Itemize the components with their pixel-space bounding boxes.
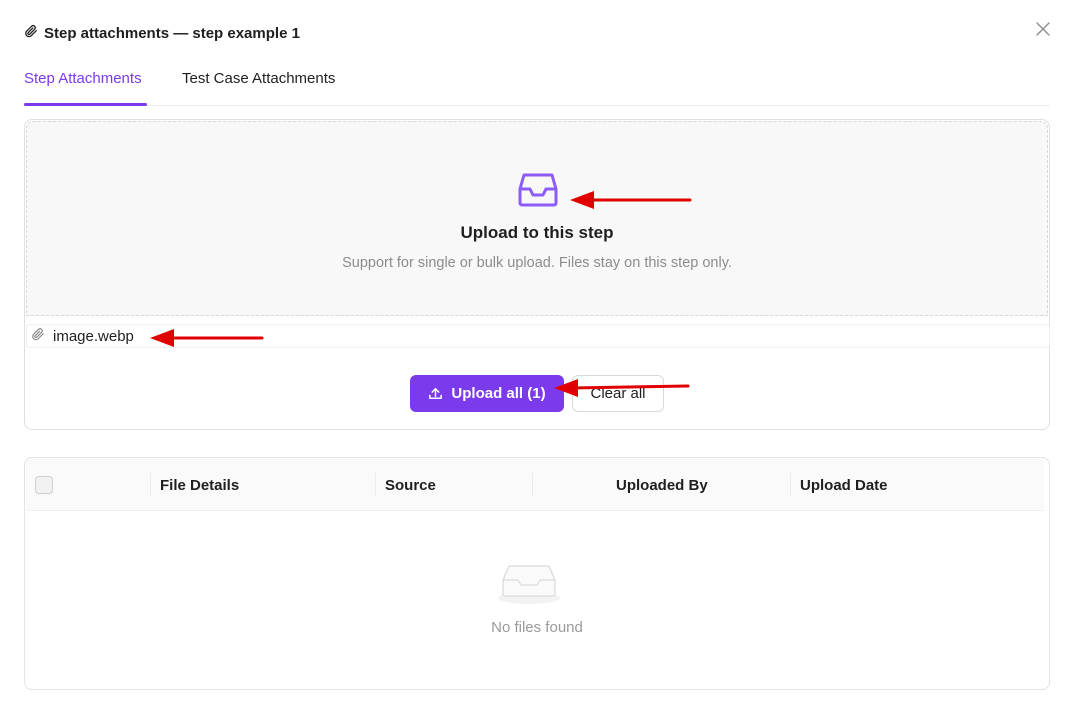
upload-all-label: Upload all (1) [451,385,546,402]
dropzone-title: Upload to this step [460,223,614,242]
column-divider [150,473,151,497]
empty-inbox-icon [498,565,560,604]
column-header-file-details[interactable]: File Details [160,459,239,511]
clear-all-button[interactable]: Clear all [572,375,664,412]
close-button[interactable] [1032,18,1054,40]
column-divider [375,473,376,497]
close-icon[interactable] [1035,21,1051,37]
attachments-table: File Details Source Uploaded By Upload D… [24,457,1050,690]
table-header: File Details Source Uploaded By Upload D… [26,459,1044,511]
column-header-source[interactable]: Source [385,459,436,511]
upload-all-button[interactable]: Upload all (1) [410,375,564,412]
paperclip-icon [24,24,38,43]
dropzone-subtitle: Support for single or bulk upload. Files… [342,255,732,271]
column-header-upload-date[interactable]: Upload Date [800,459,888,511]
tab-bar: Step Attachments Test Case Attachments [24,60,1050,106]
tab-label: Test Case Attachments [182,70,336,87]
upload-icon [429,388,443,399]
dialog-title: Step attachments — step example 1 [44,24,300,42]
dialog-header: Step attachments — step example 1 [24,22,300,44]
column-divider [790,473,791,497]
paperclip-icon [31,327,45,346]
inbox-icon [518,173,558,207]
pending-file-name: image.webp [53,327,134,345]
active-tab-indicator [24,103,147,106]
tab-step-attachments[interactable]: Step Attachments [24,70,142,87]
upload-card: Upload to this step Support for single o… [24,119,1050,430]
empty-state-text: No files found [491,619,583,636]
pending-file-item: image.webp [26,324,1050,348]
tab-test-case-attachments[interactable]: Test Case Attachments [182,70,335,87]
select-all-checkbox[interactable] [35,476,53,494]
tab-label: Step Attachments [24,70,142,87]
column-divider [532,473,533,497]
upload-dropzone[interactable]: Upload to this step Support for single o… [26,121,1048,316]
clear-all-label: Clear all [590,385,646,402]
column-header-uploaded-by[interactable]: Uploaded By [616,459,708,511]
